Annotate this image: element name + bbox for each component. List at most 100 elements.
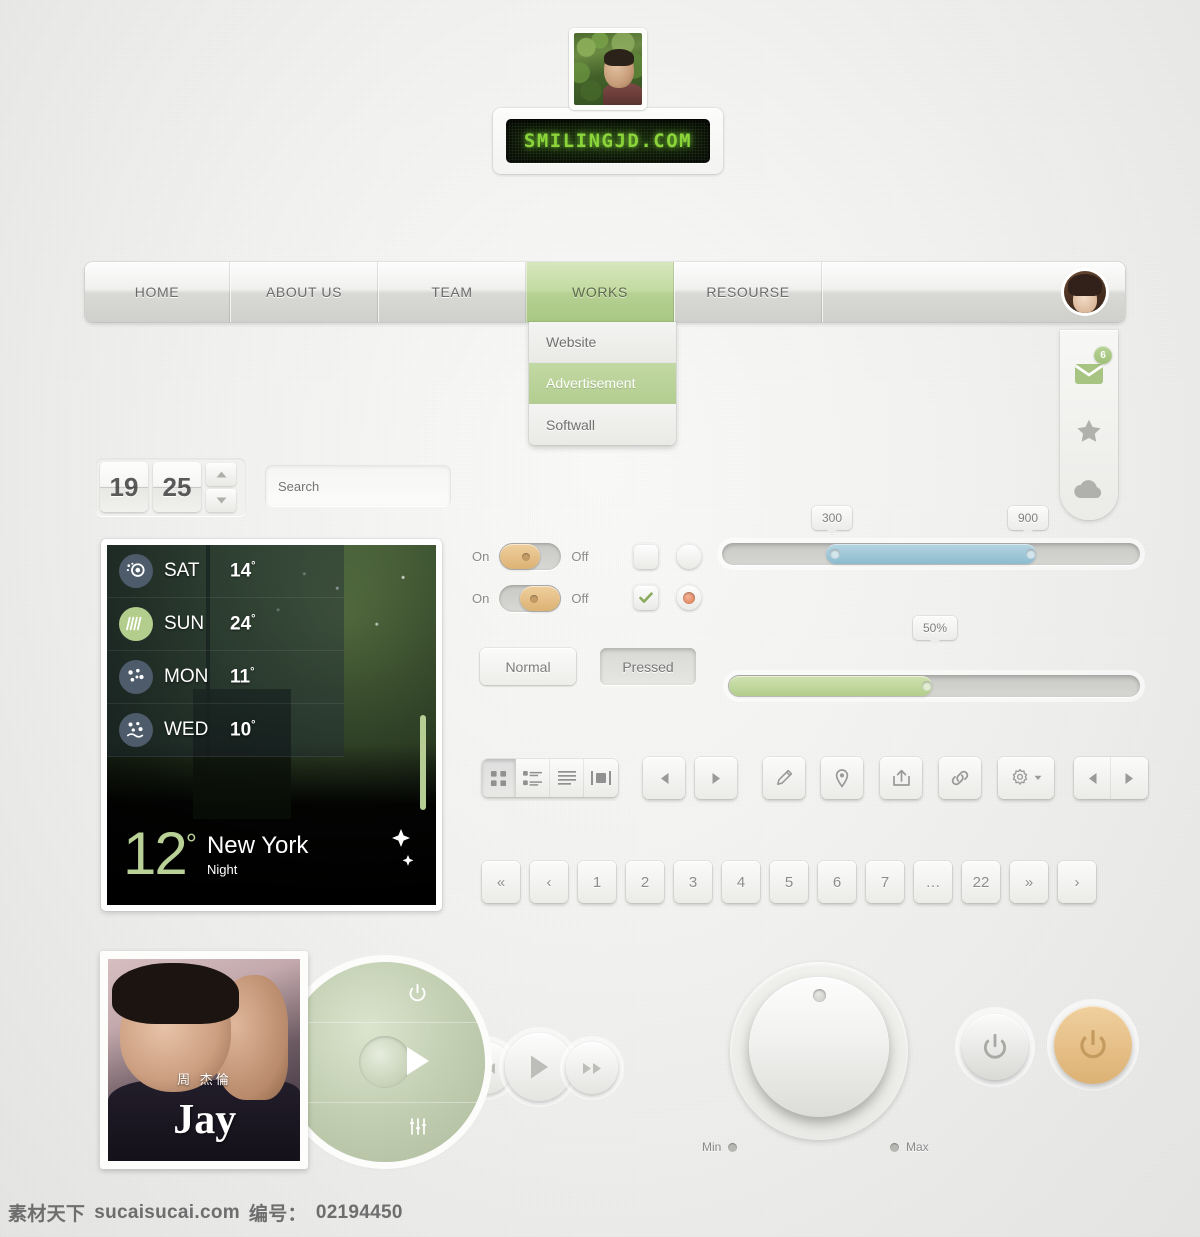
album-artist-cjk: 周 杰倫 bbox=[177, 1072, 232, 1088]
page-3[interactable]: 3 bbox=[674, 861, 712, 903]
profile-photo bbox=[574, 33, 642, 105]
arrow-right-icon bbox=[1125, 772, 1133, 784]
led-display-screen: SMILINGJD.COM bbox=[506, 119, 710, 163]
toolbar-nav-prev[interactable] bbox=[1074, 757, 1111, 799]
play-button[interactable] bbox=[505, 1033, 573, 1101]
stepper-increment-button[interactable] bbox=[206, 462, 236, 486]
dropdown-label: Softwall bbox=[546, 416, 596, 433]
knob-max-label-group: Max bbox=[890, 1140, 929, 1154]
toggle-switch-off[interactable] bbox=[499, 585, 562, 612]
page-ellipsis[interactable]: … bbox=[914, 861, 952, 903]
button-pressed[interactable]: Pressed bbox=[600, 648, 696, 685]
sidebar-item-cloud[interactable] bbox=[1060, 460, 1118, 518]
stepper-decrement-button[interactable] bbox=[206, 488, 236, 512]
stepper-value-right[interactable]: 25 bbox=[153, 462, 201, 512]
disc-equalizer-button[interactable] bbox=[409, 1118, 427, 1135]
number-stepper: 19 25 bbox=[96, 458, 246, 516]
forecast-row-wed[interactable]: WED 10° bbox=[107, 704, 344, 757]
nav-item-works[interactable]: WORKS bbox=[526, 262, 674, 322]
toggle-label-off: Off bbox=[571, 591, 589, 606]
view-mode-list-detail[interactable] bbox=[516, 759, 550, 797]
sidebar-item-messages[interactable]: 6 bbox=[1060, 344, 1118, 402]
check-icon bbox=[639, 592, 653, 603]
dropdown-item-website[interactable]: Website bbox=[529, 322, 676, 363]
view-mode-grid[interactable] bbox=[482, 759, 516, 797]
view-mode-gallery[interactable] bbox=[584, 759, 618, 797]
stepper-spinner bbox=[206, 462, 236, 512]
weather-backdrop: SAT 14° SUN 24° MON 11° WED 10° 12° New … bbox=[107, 545, 436, 905]
dropdown-item-softwall[interactable]: Softwall bbox=[529, 404, 676, 445]
range-slider-handle-min[interactable] bbox=[830, 549, 840, 559]
button-normal[interactable]: Normal bbox=[480, 648, 576, 685]
music-disc-control[interactable] bbox=[285, 962, 485, 1162]
checkbox-unchecked[interactable] bbox=[634, 545, 658, 569]
toolbar-next-button[interactable] bbox=[695, 757, 737, 799]
nav-label: WORKS bbox=[572, 284, 628, 300]
page-prev[interactable]: ‹ bbox=[530, 861, 568, 903]
power-button-off[interactable] bbox=[962, 1014, 1028, 1080]
volume-knob-dial[interactable] bbox=[749, 977, 889, 1117]
nav-item-team[interactable]: TEAM bbox=[378, 262, 526, 322]
progress-slider[interactable] bbox=[728, 675, 1140, 697]
avatar[interactable] bbox=[1064, 271, 1106, 313]
toggle-switch-on[interactable] bbox=[499, 543, 562, 570]
message-count-badge: 6 bbox=[1094, 346, 1112, 364]
arrow-right-icon bbox=[712, 772, 720, 784]
range-slider-handle-max[interactable] bbox=[1026, 549, 1036, 559]
forecast-day: SAT bbox=[164, 560, 200, 581]
radio-unchecked[interactable] bbox=[677, 545, 701, 569]
page-first[interactable]: « bbox=[482, 861, 520, 903]
nav-item-about-us[interactable]: ABOUT US bbox=[230, 262, 378, 322]
view-mode-list[interactable] bbox=[550, 759, 584, 797]
toolbar-nav-pair bbox=[1074, 757, 1148, 799]
disc-power-button[interactable] bbox=[409, 984, 426, 1003]
sidebar-item-favorites[interactable] bbox=[1060, 402, 1118, 460]
range-slider[interactable] bbox=[722, 543, 1140, 565]
toolbar-prev-button[interactable] bbox=[643, 757, 685, 799]
toolbar-share-button[interactable] bbox=[880, 757, 922, 799]
snow-wind-icon bbox=[119, 713, 153, 747]
toolbar-nav-next[interactable] bbox=[1111, 757, 1148, 799]
nav-item-resourse[interactable]: RESOURSE bbox=[674, 262, 822, 322]
forecast-day: WED bbox=[164, 719, 209, 740]
current-temperature: 12° bbox=[123, 820, 197, 887]
forecast-row-sun[interactable]: SUN 24° bbox=[107, 598, 344, 651]
radio-checked[interactable] bbox=[677, 586, 701, 610]
play-icon bbox=[407, 1047, 429, 1075]
stepper-value-left[interactable]: 19 bbox=[100, 462, 148, 512]
disc-divider bbox=[285, 1022, 485, 1023]
checkbox-checked[interactable] bbox=[634, 586, 658, 610]
forecast-temp: 10° bbox=[230, 718, 256, 741]
artwork-hair bbox=[111, 963, 239, 1024]
page-4[interactable]: 4 bbox=[722, 861, 760, 903]
power-button-on[interactable] bbox=[1054, 1006, 1132, 1084]
toolbar-edit-button[interactable] bbox=[763, 757, 805, 799]
power-icon bbox=[984, 1033, 1006, 1059]
link-icon bbox=[951, 770, 969, 786]
disc-play-button[interactable] bbox=[405, 1046, 431, 1076]
page-7[interactable]: 7 bbox=[866, 861, 904, 903]
page-1[interactable]: 1 bbox=[578, 861, 616, 903]
dropdown-item-advertisement[interactable]: Advertisement bbox=[529, 363, 676, 404]
page-last[interactable]: » bbox=[1010, 861, 1048, 903]
knob-max-label: Max bbox=[906, 1140, 929, 1154]
toolbar-link-button[interactable] bbox=[939, 757, 981, 799]
page-2[interactable]: 2 bbox=[626, 861, 664, 903]
toolbar-location-button[interactable] bbox=[821, 757, 863, 799]
forecast-row-sat[interactable]: SAT 14° bbox=[107, 545, 344, 598]
search-input[interactable] bbox=[266, 466, 450, 506]
grid-view-icon bbox=[490, 770, 507, 786]
fast-forward-button[interactable] bbox=[566, 1042, 618, 1094]
progress-slider-handle[interactable] bbox=[922, 681, 932, 691]
forecast-row-mon[interactable]: MON 11° bbox=[107, 651, 344, 704]
page-6[interactable]: 6 bbox=[818, 861, 856, 903]
nav-label: RESOURSE bbox=[706, 284, 790, 300]
toolbar-settings-button[interactable] bbox=[998, 757, 1054, 799]
page-next[interactable]: › bbox=[1058, 861, 1096, 903]
nav-item-home[interactable]: HOME bbox=[85, 262, 230, 322]
avatar-hair bbox=[1068, 273, 1102, 296]
page-5[interactable]: 5 bbox=[770, 861, 808, 903]
knob-min-dot bbox=[728, 1142, 738, 1152]
page-22[interactable]: 22 bbox=[962, 861, 1000, 903]
volume-knob[interactable] bbox=[730, 962, 908, 1140]
